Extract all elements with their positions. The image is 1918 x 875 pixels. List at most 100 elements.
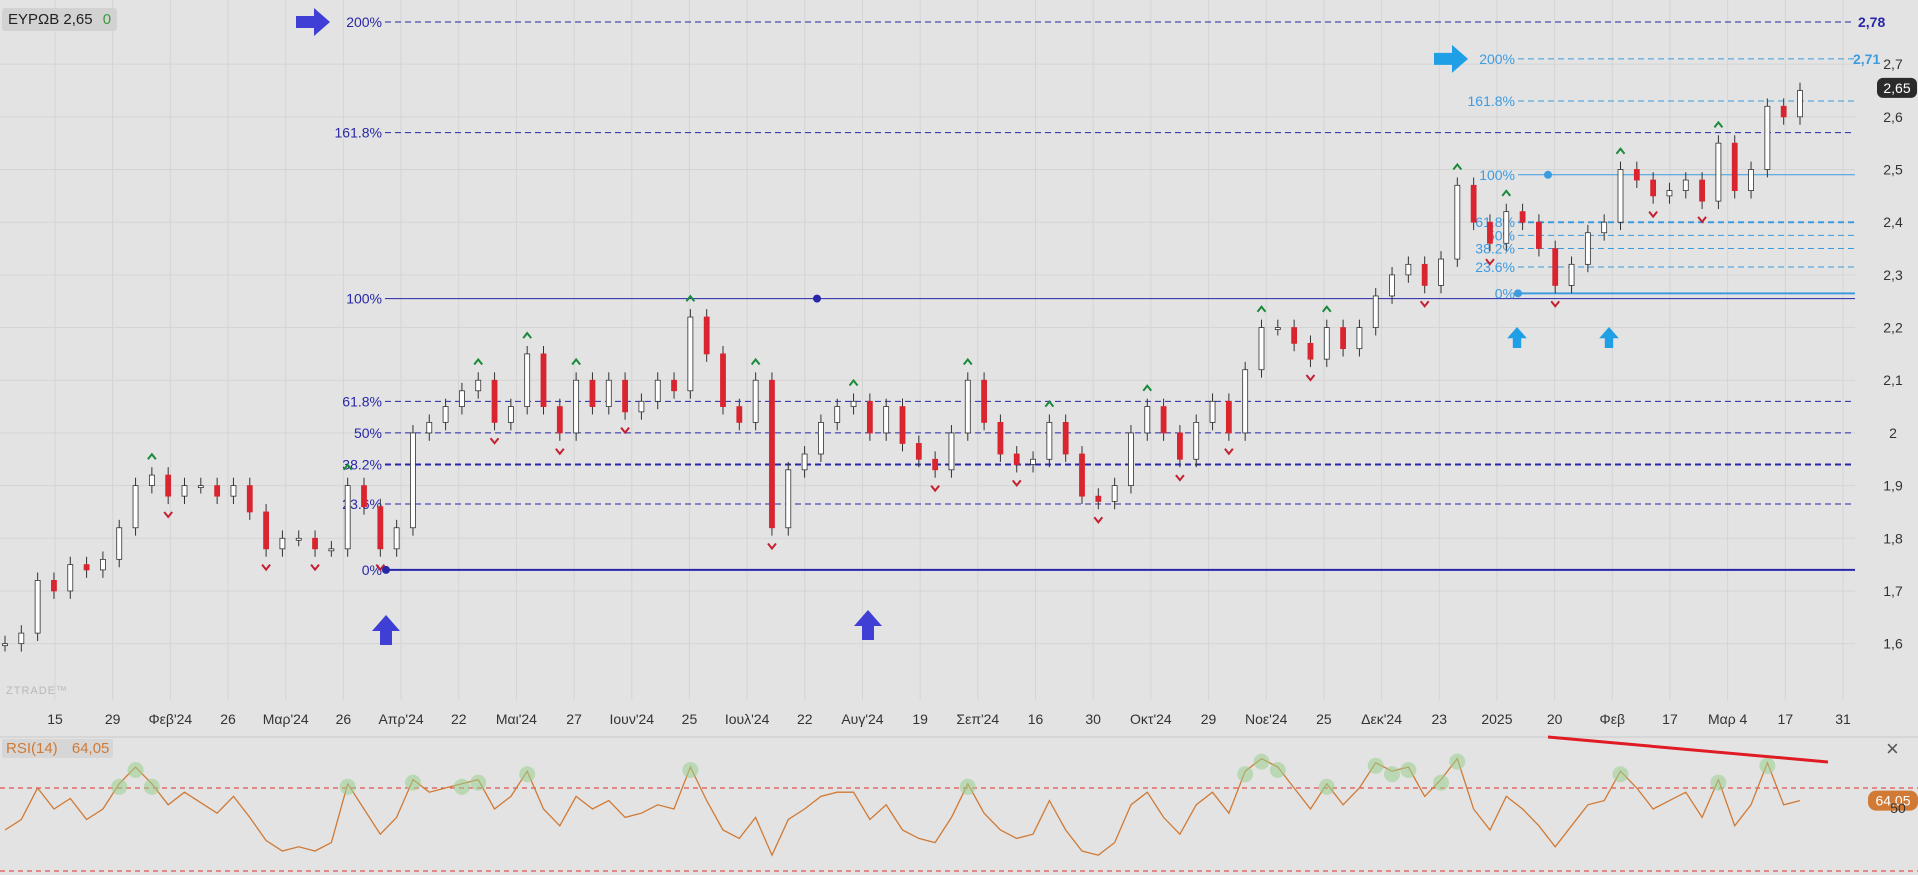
fib-A-label: 61.8% [342, 393, 382, 409]
candle-body [295, 537, 302, 541]
fib-B-label: 23.6% [1475, 259, 1515, 275]
candle-body [1421, 263, 1428, 286]
x-tick-label: 19 [912, 711, 928, 727]
candle-body [246, 485, 253, 513]
candle-body [850, 400, 857, 407]
rsi-overbought-fill [1759, 757, 1776, 774]
x-tick-label: Σεπ'24 [956, 711, 999, 727]
candle-body [981, 379, 987, 423]
candle-body [1650, 179, 1657, 197]
symbol-change: 0 [102, 11, 112, 28]
candle-body [818, 421, 824, 455]
x-tick-label: Μαρ 4 [1708, 711, 1748, 727]
fib-A-label: 0% [362, 562, 382, 578]
fib-B-target: 2,71 [1853, 51, 1880, 67]
candle-body [1487, 221, 1493, 244]
y-tick-label: 2,4 [1883, 214, 1903, 230]
candle-body [426, 421, 433, 434]
x-tick-label: 17 [1662, 711, 1678, 727]
candle-body [312, 537, 318, 550]
y-tick-label: 2,1 [1883, 372, 1903, 388]
candle-body [83, 564, 90, 571]
price-chart[interactable]: 200%161.8%100%61.8%50%38.2%23.6%0%2,7820… [0, 0, 1918, 875]
candle-body [638, 400, 645, 413]
y-tick-label: 2,3 [1883, 267, 1903, 283]
rsi-overbought-fill [1400, 762, 1417, 778]
candle-body [1666, 190, 1673, 197]
x-tick-label: 16 [1028, 711, 1044, 727]
candle-body [948, 432, 955, 471]
rsi-overbought-fill [1253, 753, 1270, 770]
candle-body [132, 485, 139, 529]
candle-body [556, 406, 563, 434]
candle-body [1095, 495, 1102, 502]
candle-body [671, 379, 677, 392]
candle-body [1013, 453, 1020, 465]
candle-body [1601, 221, 1608, 234]
candle-body [1584, 232, 1591, 265]
pivot-dot [1514, 289, 1522, 298]
candle-body [1519, 211, 1526, 223]
y-tick-label: 2,6 [1883, 109, 1903, 125]
y-tick-label: 1,7 [1883, 583, 1903, 599]
candle-body [1780, 105, 1787, 118]
x-tick-label: Αυγ'24 [841, 711, 883, 727]
candle-body [1536, 221, 1542, 249]
fib-A-label: 100% [346, 291, 382, 307]
x-tick-label: Δεκ'24 [1361, 711, 1402, 727]
candle-body [459, 390, 465, 407]
rsi-label: RSI(14) 64,05 [2, 739, 114, 758]
symbol-name: ΕΥΡΩΒ [8, 11, 60, 28]
rsi-value: 64,05 [71, 740, 110, 757]
y-tick-label: 2 [1889, 425, 1897, 441]
candle-body [1340, 327, 1346, 350]
candle-body [1258, 327, 1265, 371]
candle-body [785, 469, 792, 529]
fib-B-label: 0% [1495, 285, 1515, 301]
fib-A-label: 161.8% [335, 125, 382, 141]
candle-body [67, 564, 74, 592]
rsi-overbought-fill [339, 778, 356, 795]
x-tick-label: 26 [220, 711, 236, 727]
candle-body [932, 458, 939, 471]
candle-body [703, 316, 710, 355]
x-tick-label: 26 [336, 711, 352, 727]
candle-body [1160, 406, 1167, 434]
rsi-overbought-fill [1269, 762, 1286, 778]
candle-body [589, 379, 596, 407]
candle-body [1617, 169, 1624, 223]
fib-B-label: 100% [1479, 167, 1515, 183]
rsi-overbought-fill [1367, 757, 1384, 774]
x-tick-label: 15 [47, 711, 63, 727]
close-icon[interactable]: × [1886, 738, 1899, 760]
y-tick-label: 1,9 [1883, 478, 1903, 494]
candle-body [230, 485, 237, 497]
candle-body [736, 406, 743, 423]
candle-body [1209, 400, 1216, 423]
fib-A-label: 200% [346, 14, 382, 30]
pivot-dot [1544, 170, 1552, 179]
candle-body [964, 379, 971, 434]
rsi-overbought-fill [1237, 766, 1254, 783]
pivot-dot [382, 565, 390, 574]
candle-body [687, 316, 694, 392]
y-tick-label: 1,8 [1883, 530, 1903, 546]
x-tick-label: Απρ'24 [378, 711, 423, 727]
candle-body [1356, 327, 1363, 350]
candle-body [1111, 485, 1118, 502]
candle-body [51, 580, 57, 592]
candle-body [866, 400, 873, 434]
x-tick-label: Ιουν'24 [609, 711, 654, 727]
candle-body [1633, 169, 1640, 181]
candle-body [475, 379, 482, 392]
x-tick-label: Οκτ'24 [1130, 711, 1172, 727]
x-tick-label: Μαι'24 [496, 711, 537, 727]
rsi-level-label: 50 [1890, 800, 1906, 816]
candle-body [442, 406, 449, 423]
x-tick-label: 17 [1778, 711, 1794, 727]
candle-body [654, 379, 661, 402]
candle-body [1030, 458, 1036, 465]
candle-body [491, 379, 498, 423]
x-tick-label: 2025 [1481, 711, 1512, 727]
candle-body [1062, 421, 1069, 455]
